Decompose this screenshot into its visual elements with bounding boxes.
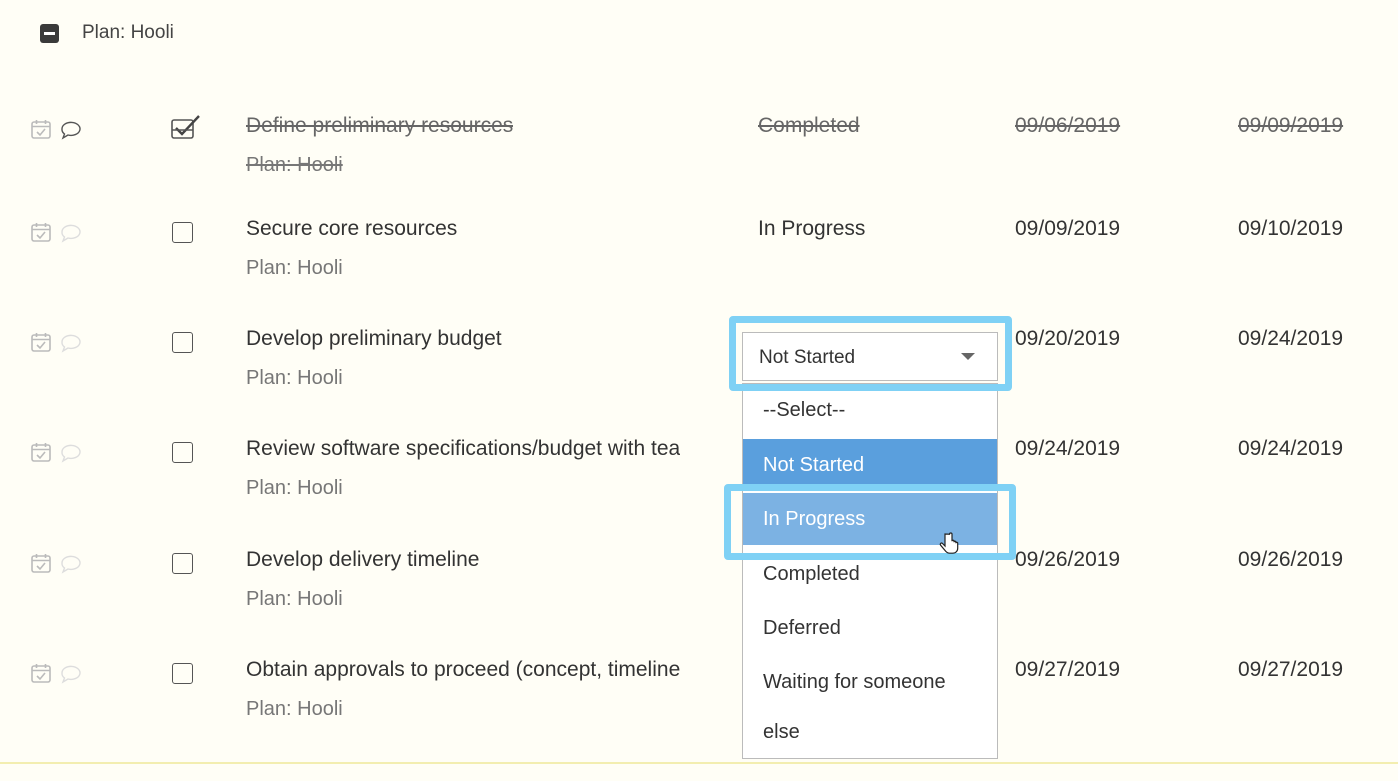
calendar-check-icon[interactable] bbox=[30, 221, 52, 243]
task-title[interactable]: Develop preliminary budget bbox=[246, 327, 502, 351]
group-title: Plan: Hooli bbox=[82, 22, 174, 43]
calendar-check-icon[interactable] bbox=[30, 662, 52, 684]
task-start-date[interactable]: 09/24/2019 bbox=[1015, 437, 1120, 461]
row-icons bbox=[30, 662, 84, 684]
task-start-date[interactable]: 09/09/2019 bbox=[1015, 217, 1120, 241]
panel-bottom-border bbox=[0, 762, 1398, 764]
task-plan: Plan: Hooli bbox=[246, 698, 343, 720]
status-option-select[interactable]: --Select-- bbox=[743, 384, 997, 436]
task-checkbox[interactable] bbox=[172, 663, 193, 684]
task-checkbox[interactable] bbox=[172, 553, 193, 574]
checked-checkbox-icon[interactable] bbox=[170, 112, 202, 142]
comment-bubble-icon[interactable] bbox=[58, 441, 84, 463]
task-due-date[interactable]: 09/24/2019 bbox=[1238, 327, 1343, 351]
task-start-date[interactable]: 09/27/2019 bbox=[1015, 658, 1120, 682]
task-checkbox[interactable] bbox=[172, 332, 193, 353]
task-plan: Plan: Hooli bbox=[246, 588, 343, 610]
comment-bubble-icon[interactable] bbox=[58, 331, 84, 353]
task-title[interactable]: Define preliminary resources bbox=[246, 114, 513, 138]
task-row: Develop delivery timeline Plan: Hooli 09… bbox=[0, 548, 1398, 662]
task-plan: Plan: Hooli bbox=[246, 477, 343, 499]
task-due-date[interactable]: 09/10/2019 bbox=[1238, 217, 1343, 241]
task-due-date[interactable]: 09/26/2019 bbox=[1238, 548, 1343, 572]
task-start-date[interactable]: 09/26/2019 bbox=[1015, 548, 1120, 572]
task-plan: Plan: Hooli bbox=[246, 257, 343, 279]
status-select[interactable]: Not Started bbox=[742, 332, 998, 381]
task-row: Develop preliminary budget Plan: Hooli 0… bbox=[0, 327, 1398, 441]
task-row: Define preliminary resources Plan: Hooli… bbox=[0, 114, 1398, 228]
status-option-deferred[interactable]: Deferred bbox=[743, 602, 997, 654]
row-icons bbox=[30, 221, 84, 243]
calendar-check-icon[interactable] bbox=[30, 118, 52, 140]
task-row: Secure core resources Plan: Hooli In Pro… bbox=[0, 217, 1398, 331]
row-icons bbox=[30, 331, 84, 353]
task-status[interactable]: Completed bbox=[758, 114, 860, 138]
task-title[interactable]: Develop delivery timeline bbox=[246, 548, 479, 572]
collapse-minus-icon[interactable] bbox=[40, 23, 59, 43]
task-title[interactable]: Secure core resources bbox=[246, 217, 457, 241]
task-status[interactable]: In Progress bbox=[758, 217, 865, 241]
comment-bubble-icon[interactable] bbox=[58, 662, 84, 684]
calendar-check-icon[interactable] bbox=[30, 331, 52, 353]
task-checkbox[interactable] bbox=[172, 222, 193, 243]
task-row: Obtain approvals to proceed (concept, ti… bbox=[0, 658, 1398, 772]
hand-pointer-icon bbox=[939, 532, 959, 554]
task-due-date[interactable]: 09/24/2019 bbox=[1238, 437, 1343, 461]
task-list-panel: Plan: Hooli Define preliminary resources… bbox=[0, 0, 1398, 764]
calendar-check-icon[interactable] bbox=[30, 552, 52, 574]
task-due-date[interactable]: 09/27/2019 bbox=[1238, 658, 1343, 682]
chevron-down-icon[interactable] bbox=[961, 353, 975, 360]
task-due-date[interactable]: 09/09/2019 bbox=[1238, 114, 1343, 138]
group-header[interactable]: Plan: Hooli bbox=[40, 18, 174, 48]
task-title[interactable]: Review software specifications/budget wi… bbox=[246, 437, 680, 461]
row-icons bbox=[30, 441, 84, 463]
status-option-waiting[interactable]: Waiting for someone bbox=[743, 656, 997, 708]
row-icons bbox=[30, 552, 84, 574]
calendar-check-icon[interactable] bbox=[30, 441, 52, 463]
row-icons bbox=[30, 118, 84, 140]
comment-bubble-icon[interactable] bbox=[58, 552, 84, 574]
task-start-date[interactable]: 09/20/2019 bbox=[1015, 327, 1120, 351]
comment-bubble-icon[interactable] bbox=[58, 118, 84, 140]
status-option-else[interactable]: else bbox=[743, 706, 997, 758]
task-checkbox[interactable] bbox=[172, 442, 193, 463]
task-plan: Plan: Hooli bbox=[246, 154, 343, 176]
status-dropdown-list: --Select-- Not Started In Progress Compl… bbox=[742, 383, 998, 759]
task-title[interactable]: Obtain approvals to proceed (concept, ti… bbox=[246, 658, 680, 682]
task-row: Review software specifications/budget wi… bbox=[0, 437, 1398, 551]
status-select-value: Not Started bbox=[759, 347, 856, 368]
status-option-not-started[interactable]: Not Started bbox=[743, 439, 997, 491]
task-plan: Plan: Hooli bbox=[246, 367, 343, 389]
task-start-date[interactable]: 09/06/2019 bbox=[1015, 114, 1120, 138]
comment-bubble-icon[interactable] bbox=[58, 221, 84, 243]
